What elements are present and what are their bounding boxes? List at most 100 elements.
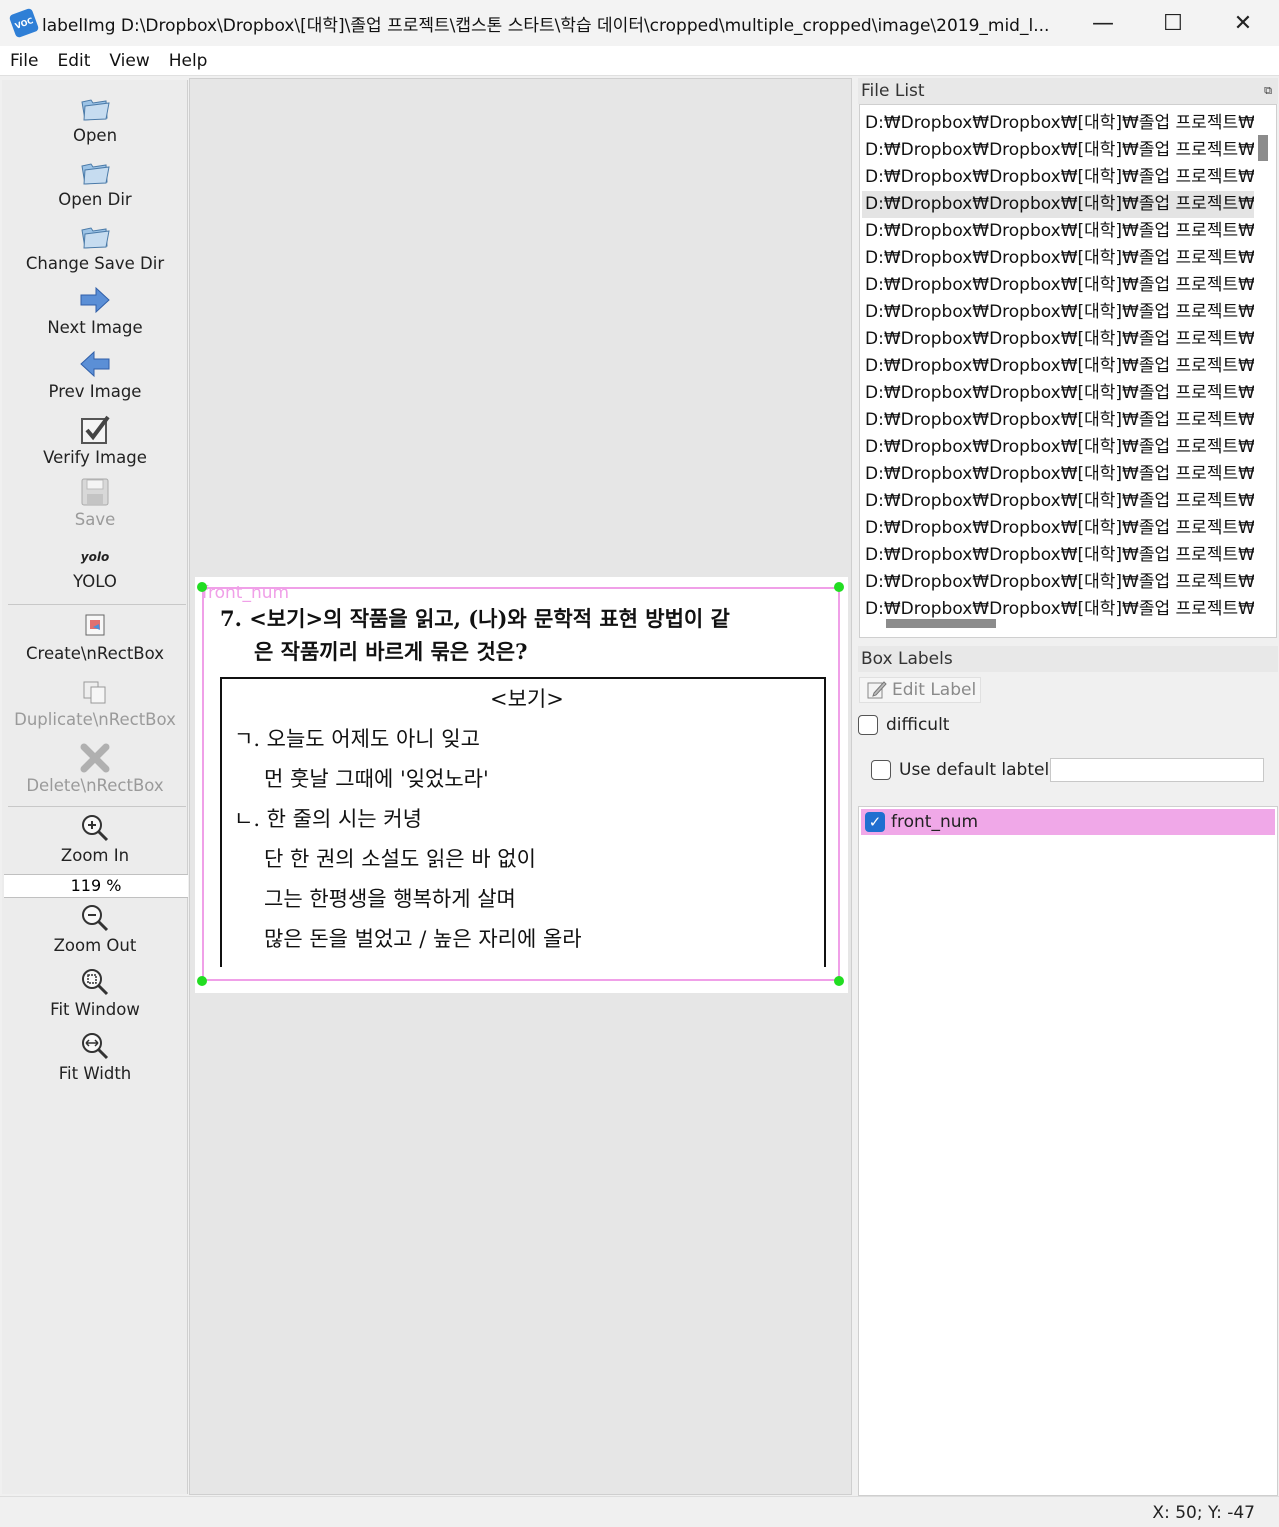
fit-width-label: Fit Width [58,1064,132,1083]
default-label-input[interactable] [1050,758,1264,782]
change-save-dir-button[interactable]: Change Save Dir [2,220,188,273]
title-bar: VOC labelImg D:\Dropbox\Dropbox\[대학]\졸업 … [0,0,1279,46]
create-rectbox-button[interactable]: Create\nRectBox [2,610,188,663]
edit-label-text: Edit Label [892,680,977,700]
verify-image-button[interactable]: Verify Image [2,414,188,467]
file-list-item[interactable]: D:₩Dropbox₩Dropbox₩[대학]₩졸업 프로젝트₩ [862,218,1254,245]
open-dir-label: Open Dir [58,190,132,209]
zoom-value[interactable]: 119 % [4,874,188,898]
fit-window-icon [82,969,109,996]
menu-edit[interactable]: Edit [47,51,99,71]
difficult-checkbox[interactable] [858,715,878,735]
box-labels-title: Box Labels [858,646,1278,672]
file-list-title: File List ⧉ [858,78,1278,104]
labels-list[interactable]: ✓ front_num [858,806,1278,1496]
file-list-item[interactable]: D:₩Dropbox₩Dropbox₩[대학]₩졸업 프로젝트₩ [862,515,1254,542]
cursor-coordinates: X: 50; Y: -47 [1152,1503,1255,1523]
file-list-item[interactable]: D:₩Dropbox₩Dropbox₩[대학]₩졸업 프로젝트₩ [862,299,1254,326]
fit-window-label: Fit Window [50,1000,140,1019]
delete-rectbox-button[interactable]: Delete\nRectBox [2,742,188,795]
zoom-in-label: Zoom In [60,846,130,865]
file-list-item[interactable]: D:₩Dropbox₩Dropbox₩[대학]₩졸업 프로젝트₩ [862,164,1254,191]
difficult-label: difficult [886,715,950,735]
menu-help[interactable]: Help [159,51,217,71]
file-list-item[interactable]: D:₩Dropbox₩Dropbox₩[대학]₩졸업 프로젝트₩ [862,407,1254,434]
open-dir-button[interactable]: Open Dir [2,156,188,209]
bbox-handle-top-left[interactable] [197,582,207,592]
file-list-item[interactable]: D:₩Dropbox₩Dropbox₩[대학]₩졸업 프로젝트₩ [862,272,1254,299]
zoom-in-icon [82,815,109,842]
delete-rectbox-label: Delete\nRectBox [26,776,164,795]
file-list-horizontal-scrollbar[interactable] [886,619,996,628]
file-list-item[interactable]: D:₩Dropbox₩Dropbox₩[대학]₩졸업 프로젝트₩ [862,434,1254,461]
minimize-button[interactable]: — [1068,0,1138,46]
yolo-icon: yolo [80,550,110,564]
use-default-label-checkbox[interactable] [871,760,891,780]
create-rectbox-icon [85,614,105,636]
open-button[interactable]: Open [2,92,188,145]
file-list-item[interactable]: D:₩Dropbox₩Dropbox₩[대학]₩졸업 프로젝트₩ [862,191,1254,218]
app-icon: VOC [8,7,40,39]
arrow-left-icon [80,350,110,378]
change-save-dir-label: Change Save Dir [25,254,165,273]
fit-width-icon [82,1033,109,1060]
use-default-label-text: Use default labtel [899,760,1050,780]
file-list-item[interactable]: D:₩Dropbox₩Dropbox₩[대학]₩졸업 프로젝트₩ [862,110,1254,137]
delete-x-icon [80,743,110,773]
duplicate-rectbox-label: Duplicate\nRectBox [14,710,176,729]
prev-image-label: Prev Image [48,382,142,401]
fit-width-button[interactable]: Fit Width [2,1030,188,1083]
file-list-item[interactable]: D:₩Dropbox₩Dropbox₩[대학]₩졸업 프로젝트₩ [862,488,1254,515]
next-image-label: Next Image [47,318,143,337]
zoom-in-button[interactable]: Zoom In [2,812,188,865]
create-rectbox-label: Create\nRectBox [26,644,164,663]
floppy-disk-icon [81,478,109,506]
duplicate-rectbox-button[interactable]: Duplicate\nRectBox [2,676,188,729]
file-list-title-text: File List [861,81,925,101]
open-label: Open [72,126,118,145]
edit-icon [867,681,887,699]
file-list-item[interactable]: D:₩Dropbox₩Dropbox₩[대학]₩졸업 프로젝트₩ [862,461,1254,488]
undock-icon[interactable]: ⧉ [1264,78,1272,104]
zoom-out-button[interactable]: Zoom Out [2,902,188,955]
next-image-button[interactable]: Next Image [2,284,188,337]
format-label: YOLO [73,572,117,591]
file-list-item[interactable]: D:₩Dropbox₩Dropbox₩[대학]₩졸업 프로젝트₩ [862,569,1254,596]
label-row[interactable]: ✓ front_num [861,809,1275,835]
folder-open-icon [81,227,110,249]
bbox-handle-bottom-left[interactable] [197,976,207,986]
zoom-out-icon [82,905,109,932]
format-button[interactable]: yolo YOLO [2,546,188,591]
menu-view[interactable]: View [99,51,158,71]
bounding-box-label: front_num [202,583,290,603]
file-list-item[interactable]: D:₩Dropbox₩Dropbox₩[대학]₩졸업 프로젝트₩ [862,353,1254,380]
menu-file[interactable]: File [0,51,47,71]
file-list-item[interactable]: D:₩Dropbox₩Dropbox₩[대학]₩졸업 프로젝트₩ [862,380,1254,407]
toolbar-separator [8,604,186,605]
file-list-item[interactable]: D:₩Dropbox₩Dropbox₩[대학]₩졸업 프로젝트₩ [862,137,1254,164]
file-list-item[interactable]: D:₩Dropbox₩Dropbox₩[대학]₩졸업 프로젝트₩ [862,326,1254,353]
label-row-text: front_num [891,812,979,832]
bbox-handle-top-right[interactable] [834,582,844,592]
maximize-button[interactable]: ☐ [1138,0,1208,46]
file-list-item[interactable]: D:₩Dropbox₩Dropbox₩[대학]₩졸업 프로젝트₩ [862,542,1254,569]
toolbar: Open Open Dir Change Save Dir Next Image… [2,80,188,1494]
file-list[interactable]: D:₩Dropbox₩Dropbox₩[대학]₩졸업 프로젝트₩ D:₩Dropb… [859,104,1277,638]
edit-label-button[interactable]: Edit Label [859,677,981,703]
close-button[interactable]: ✕ [1208,0,1278,46]
file-list-vertical-scrollbar[interactable] [1258,135,1268,161]
copy-icon [83,681,106,704]
label-checkbox[interactable]: ✓ [865,812,885,832]
file-list-item[interactable]: D:₩Dropbox₩Dropbox₩[대학]₩졸업 프로젝트₩ [862,245,1254,272]
bbox-handle-bottom-right[interactable] [834,976,844,986]
save-button[interactable]: Save [2,476,188,529]
menu-bar: File Edit View Help [0,46,1279,76]
fit-window-button[interactable]: Fit Window [2,966,188,1019]
zoom-out-label: Zoom Out [53,936,137,955]
window-title: labelImg D:\Dropbox\Dropbox\[대학]\졸업 프로젝트… [42,15,1050,36]
prev-image-button[interactable]: Prev Image [2,348,188,401]
toolbar-separator [8,806,186,807]
image-canvas[interactable]: 7. <보기>의 작품을 읽고, (나)와 문학적 표현 방법이 같 은 작품끼… [189,78,852,1495]
bounding-box[interactable] [202,587,840,981]
verify-image-label: Verify Image [43,448,147,467]
